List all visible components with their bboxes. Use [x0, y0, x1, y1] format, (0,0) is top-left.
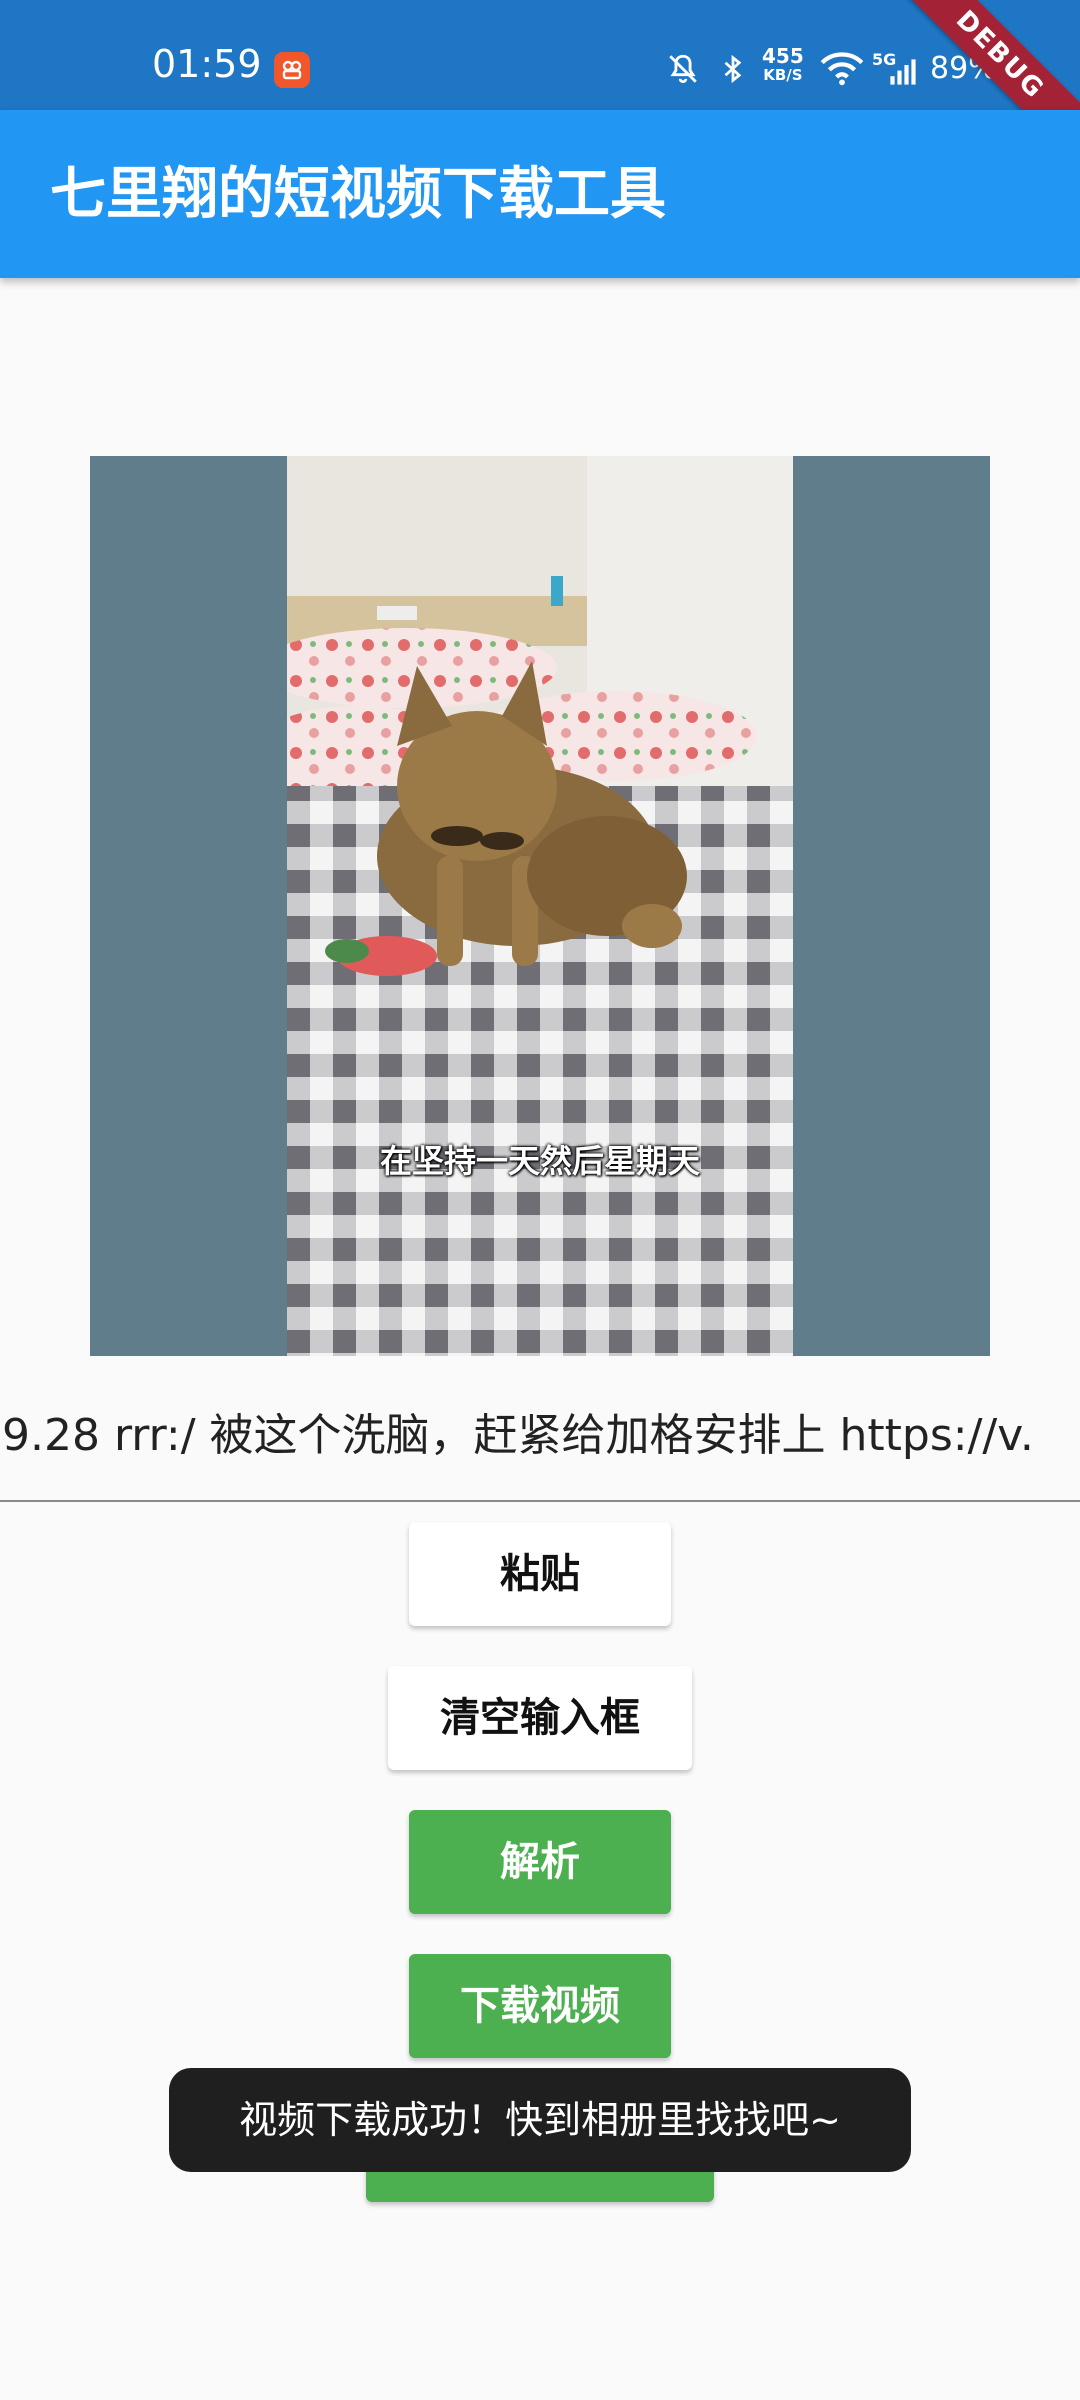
clear-input-button[interactable]: 清空输入框 [388, 1666, 692, 1770]
app-bar: 七里翔的短视频下载工具 [0, 110, 1080, 278]
download-success-toast: 视频下载成功！快到相册里找找吧~ [169, 2068, 911, 2172]
status-time: 01:59 [152, 42, 262, 86]
url-input-value: 9.28 rrr:/ 被这个洗脑，赶紧给加格安排上 https://v. [2, 1410, 1034, 1461]
network-speed-unit: KB/S [763, 66, 803, 84]
video-subtitle: 在坚持一天然后星期天 [379, 1142, 700, 1180]
cellular-signal-icon [890, 59, 916, 85]
wifi-icon [820, 52, 864, 86]
cat-video-image [287, 456, 793, 1356]
app-title: 七里翔的短视频下载工具 [50, 162, 666, 227]
url-input[interactable]: 9.28 rrr:/ 被这个洗脑，赶紧给加格安排上 https://v. [0, 1380, 1080, 1502]
video-player[interactable]: 在坚持一天然后星期天 [90, 456, 990, 1356]
bluetooth-icon [724, 54, 742, 84]
mute-icon [669, 54, 697, 84]
paste-button[interactable]: 粘贴 [409, 1522, 671, 1626]
parse-button[interactable]: 解析 [409, 1810, 671, 1914]
network-speed-value: 455 [762, 44, 804, 68]
notification-app-icon [274, 52, 310, 88]
status-bar: 01:59 455 KB/S 5G 89% DEBUG [0, 0, 1080, 178]
network-speed: 455 KB/S [762, 46, 804, 84]
download-video-button[interactable]: 下载视频 [409, 1954, 671, 2058]
video-frame-image: 在坚持一天然后星期天 [287, 456, 793, 1356]
screen: 01:59 455 KB/S 5G 89% DEBUG 七里翔的短视频下载工具 … [0, 0, 1080, 2400]
